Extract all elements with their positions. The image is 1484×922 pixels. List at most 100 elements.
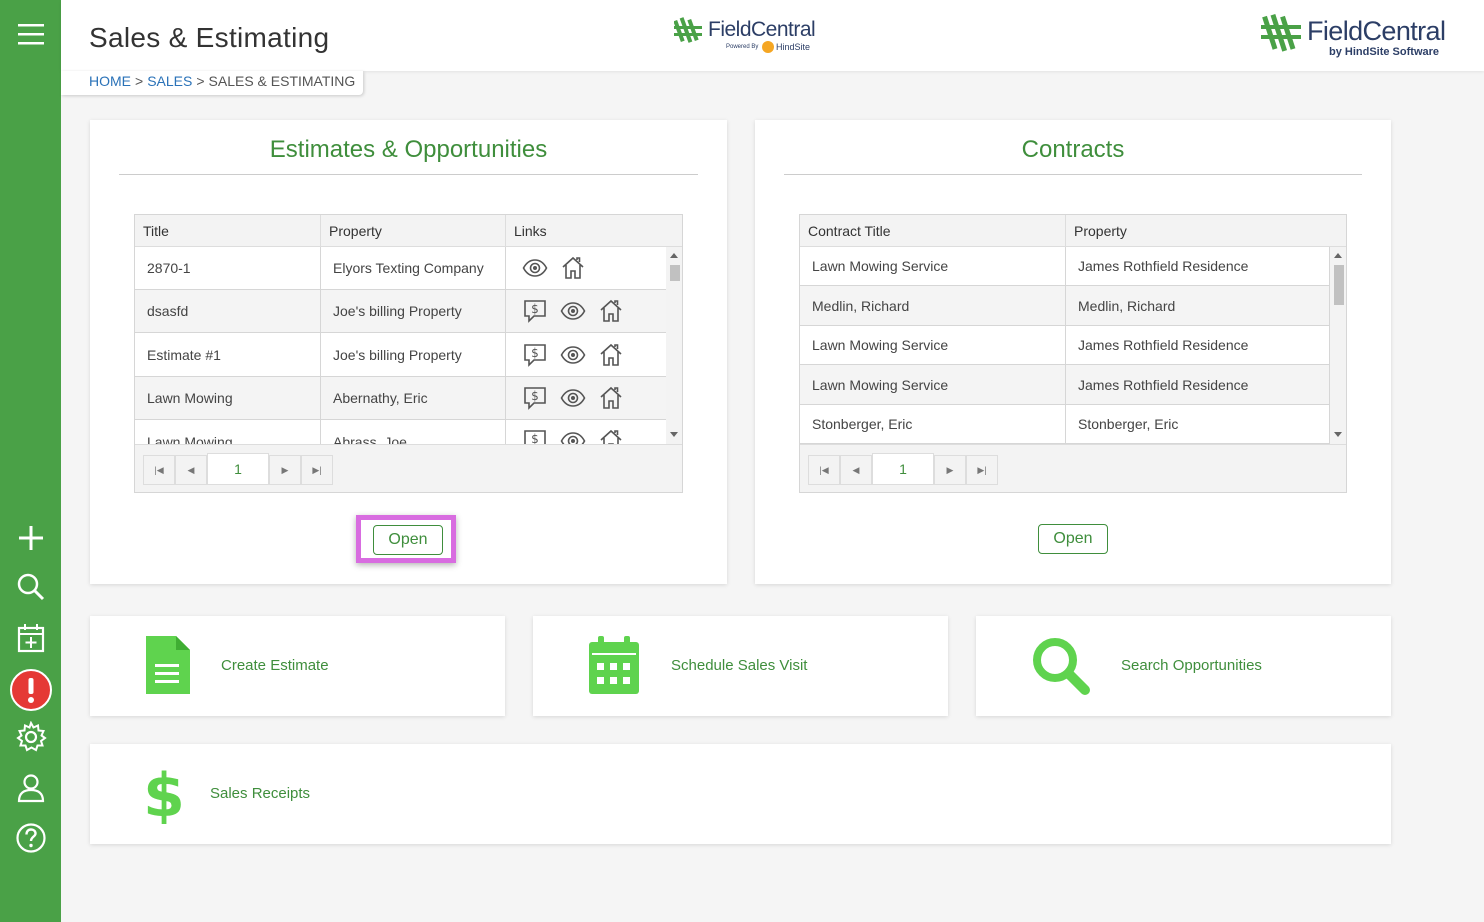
- contracts-grid-header: Contract Title Property: [800, 215, 1346, 247]
- last-page-button[interactable]: ▶|: [966, 455, 998, 485]
- table-row[interactable]: 2870-1 Elyors Texting Company: [135, 247, 666, 290]
- logo-center-brand: HindSite: [776, 42, 811, 52]
- next-page-button[interactable]: ▶: [269, 455, 301, 485]
- cell-title: dsasfd: [135, 290, 321, 332]
- page-number-input[interactable]: 1: [872, 453, 934, 485]
- logo-center-name: FieldCentral: [708, 18, 816, 41]
- search-icon[interactable]: [13, 569, 49, 605]
- contracts-pager: |◀ ◀ 1 ▶ ▶|: [800, 444, 1346, 492]
- column-header-property[interactable]: Property: [1066, 215, 1346, 247]
- eye-icon[interactable]: [560, 428, 586, 444]
- dollar-icon: $: [144, 764, 184, 824]
- column-header-property[interactable]: Property: [321, 215, 506, 247]
- cell-links: $: [506, 333, 666, 376]
- eye-icon[interactable]: [522, 255, 548, 281]
- column-header-links[interactable]: Links: [506, 215, 682, 247]
- estimates-scrollbar[interactable]: [666, 247, 682, 444]
- estimates-grid-body: 2870-1 Elyors Texting Company dsasfd Joe…: [135, 247, 666, 444]
- table-row[interactable]: Estimate #1 Joe's billing Property $: [135, 333, 666, 377]
- scroll-down-arrow[interactable]: [1334, 432, 1342, 437]
- contracts-open-button[interactable]: Open: [1038, 524, 1108, 554]
- cell-contract-title: Lawn Mowing Service: [800, 365, 1066, 404]
- home-icon[interactable]: [598, 385, 624, 411]
- logo-center-powered: Powered By: [726, 44, 759, 50]
- quote-icon[interactable]: $: [522, 385, 548, 411]
- cell-property: Abrass, Joe: [321, 420, 506, 444]
- estimates-open-button[interactable]: Open: [373, 525, 443, 555]
- quote-icon[interactable]: $: [522, 428, 548, 444]
- last-page-button[interactable]: ▶|: [301, 455, 333, 485]
- table-row[interactable]: Lawn Mowing Service James Rothfield Resi…: [800, 365, 1330, 405]
- breadcrumb-home[interactable]: HOME: [89, 73, 131, 89]
- table-row[interactable]: Medlin, Richard Medlin, Richard: [800, 286, 1330, 326]
- svg-text:$: $: [531, 432, 539, 444]
- plus-icon[interactable]: [13, 520, 49, 556]
- scroll-down-arrow[interactable]: [670, 432, 678, 437]
- calendar-add-icon[interactable]: [13, 620, 49, 656]
- table-row[interactable]: dsasfd Joe's billing Property $: [135, 290, 666, 333]
- sales-receipts-label: Sales Receipts: [210, 785, 311, 802]
- table-row[interactable]: Lawn Mowing Abernathy, Eric $: [135, 377, 666, 420]
- home-icon[interactable]: [598, 298, 624, 324]
- eye-icon[interactable]: [560, 385, 586, 411]
- eye-icon[interactable]: [560, 342, 586, 368]
- search-opportunities-label: Search Opportunities: [1121, 657, 1262, 674]
- prev-page-button[interactable]: ◀: [840, 455, 872, 485]
- table-row[interactable]: Lawn Mowing Service James Rothfield Resi…: [800, 326, 1330, 365]
- fieldcentral-logo-center: FieldCentral Powered By HindSite: [673, 14, 824, 58]
- schedule-sales-visit-card[interactable]: Schedule Sales Visit: [533, 616, 948, 716]
- menu-icon[interactable]: [13, 16, 49, 52]
- scroll-up-arrow[interactable]: [670, 253, 678, 258]
- estimates-pager: |◀ ◀ 1 ▶ ▶|: [135, 444, 682, 492]
- contracts-card: Contracts Contract Title Property Lawn M…: [755, 120, 1391, 584]
- alert-icon[interactable]: [9, 668, 53, 712]
- cell-property: Joe's billing Property: [321, 290, 506, 332]
- column-header-contract-title[interactable]: Contract Title: [800, 215, 1066, 247]
- home-icon[interactable]: [560, 255, 586, 281]
- svg-text:$: $: [144, 764, 184, 824]
- scroll-thumb[interactable]: [670, 265, 680, 281]
- cell-property: James Rothfield Residence: [1066, 326, 1330, 364]
- cell-contract-title: Stonberger, Eric: [800, 405, 1066, 443]
- logo-right-name: FieldCentral: [1307, 16, 1446, 46]
- sidebar: [0, 0, 61, 922]
- next-page-button[interactable]: ▶: [934, 455, 966, 485]
- user-icon[interactable]: [13, 770, 49, 806]
- cell-property: James Rothfield Residence: [1066, 247, 1330, 285]
- cell-title: 2870-1: [135, 247, 321, 289]
- first-page-button[interactable]: |◀: [143, 455, 175, 485]
- breadcrumb-container: HOME > SALES > SALES & ESTIMATING: [61, 71, 363, 95]
- prev-page-button[interactable]: ◀: [175, 455, 207, 485]
- svg-text:$: $: [531, 302, 539, 316]
- cell-contract-title: Medlin, Richard: [800, 286, 1066, 325]
- sales-receipts-card[interactable]: $ Sales Receipts: [90, 744, 1391, 844]
- table-row[interactable]: Lawn Mowing Abrass, Joe $: [135, 420, 666, 444]
- first-page-button[interactable]: |◀: [808, 455, 840, 485]
- breadcrumb-sales[interactable]: SALES: [147, 73, 192, 89]
- contracts-scrollbar[interactable]: [1330, 247, 1346, 444]
- table-row[interactable]: Lawn Mowing Service James Rothfield Resi…: [800, 247, 1330, 286]
- table-row[interactable]: Stonberger, Eric Stonberger, Eric: [800, 405, 1330, 444]
- search-opportunities-card[interactable]: Search Opportunities: [976, 616, 1391, 716]
- column-header-title[interactable]: Title: [135, 215, 321, 247]
- quote-icon[interactable]: $: [522, 298, 548, 324]
- schedule-sales-visit-label: Schedule Sales Visit: [671, 657, 808, 674]
- cell-property: Stonberger, Eric: [1066, 405, 1330, 443]
- page-number-input[interactable]: 1: [207, 453, 269, 485]
- quote-icon[interactable]: $: [522, 342, 548, 368]
- cell-property: Elyors Texting Company: [321, 247, 506, 289]
- cell-property: James Rothfield Residence: [1066, 365, 1330, 404]
- create-estimate-card[interactable]: Create Estimate: [90, 616, 505, 716]
- divider: [784, 174, 1362, 175]
- eye-icon[interactable]: [560, 298, 586, 324]
- scroll-up-arrow[interactable]: [1334, 253, 1342, 258]
- estimates-grid: Title Property Links 2870-1 Elyors Texti…: [134, 214, 683, 493]
- home-icon[interactable]: [598, 342, 624, 368]
- scroll-thumb[interactable]: [1334, 265, 1344, 305]
- home-icon[interactable]: [598, 428, 624, 444]
- fieldcentral-logo-right: FieldCentral by HindSite Software: [1259, 12, 1459, 62]
- gear-icon[interactable]: [13, 719, 49, 755]
- contracts-title: Contracts: [1021, 136, 1125, 163]
- cell-title: Lawn Mowing: [135, 377, 321, 419]
- help-icon[interactable]: [13, 820, 49, 856]
